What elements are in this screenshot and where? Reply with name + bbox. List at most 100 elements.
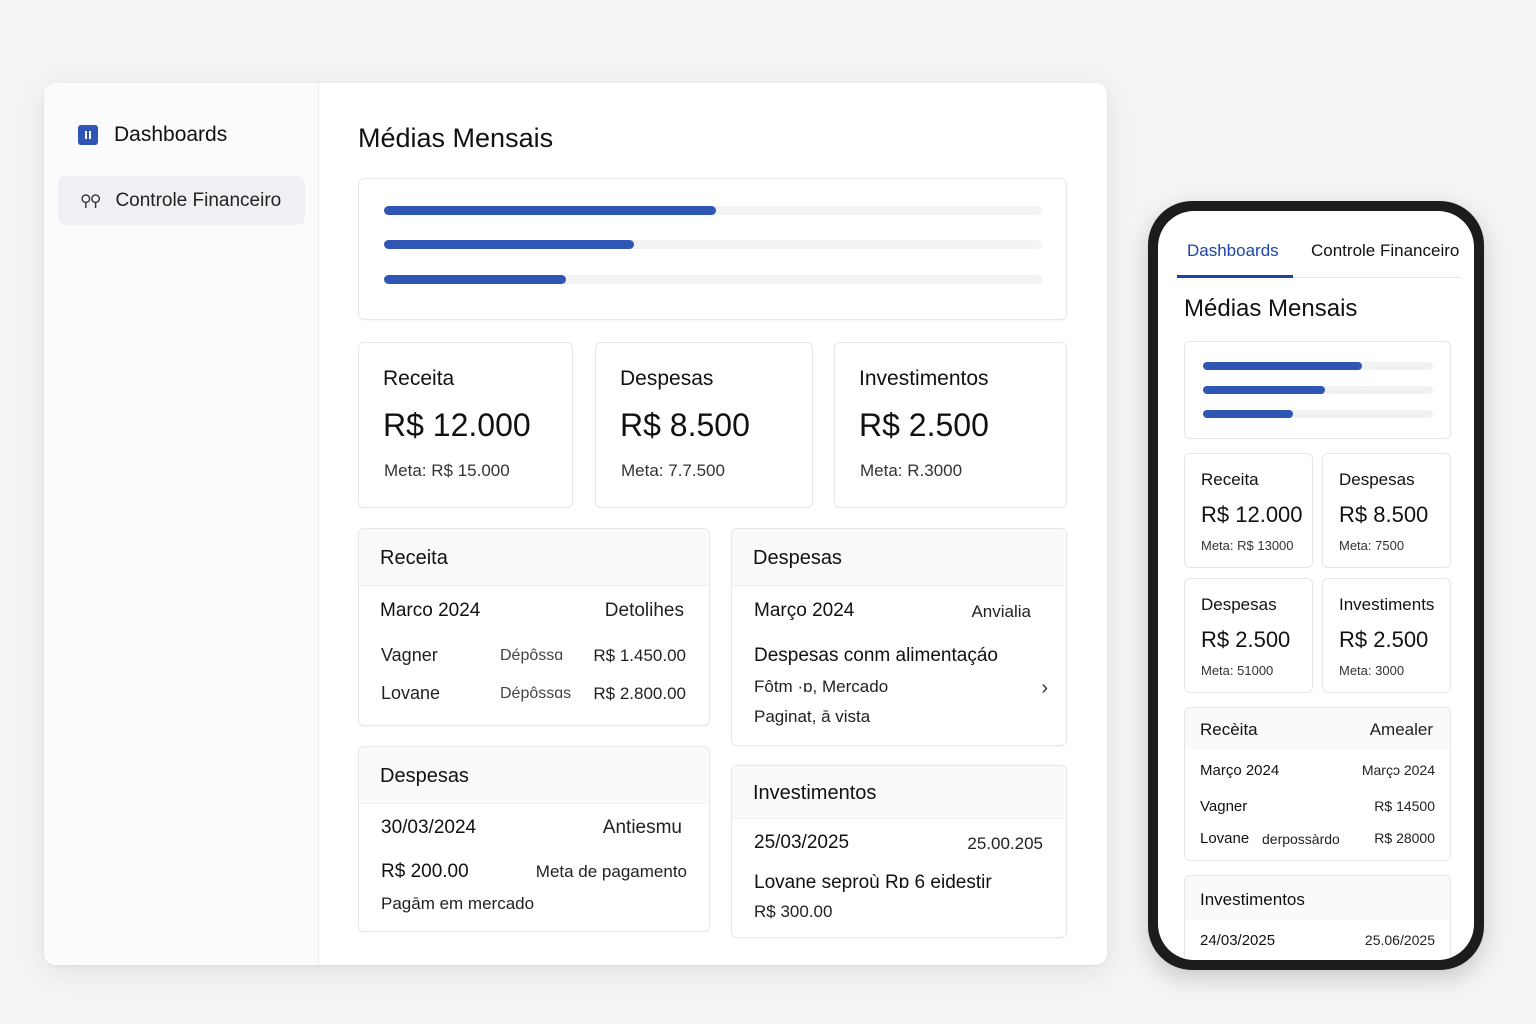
section-link[interactable]: Amealer	[1370, 720, 1433, 740]
progress-bar-1	[384, 206, 1042, 215]
despesas-date-section: Despesas 30/03/2024 Antiesmu R$ 200.00 M…	[358, 746, 710, 932]
mobile-progress-bar-1-fill	[1203, 362, 1362, 370]
stat-label: Despesas	[1339, 470, 1415, 489]
mobile-stat-receita[interactable]: Receita R$ 12.000 Meta: R$ 13000	[1184, 453, 1313, 568]
expense-link[interactable]: Antiesmu	[603, 817, 682, 839]
desktop-window: Dashboards ⚲⚲ Controle Financeiro Médias…	[44, 83, 1107, 965]
sidebar-dashboards[interactable]: Dashboards	[78, 123, 227, 147]
stat-label: Investiments	[1339, 595, 1435, 614]
row-type: Dépôssɑ	[500, 647, 564, 664]
evaluate-link[interactable]: Anvialia	[971, 602, 1031, 622]
mobile-stat-investimentos[interactable]: Investiments R$ 2.500 Meta: 3000	[1322, 578, 1451, 693]
stat-value: R$ 2.500	[1339, 627, 1429, 652]
row-name: Lovane	[1200, 830, 1250, 847]
investment-date: 24/03/2025	[1200, 932, 1276, 949]
expense-status: Meta de pagamento	[535, 862, 687, 881]
sidebar: Dashboards ⚲⚲ Controle Financeiro	[44, 83, 319, 965]
row-amount: R$ 2.800.00	[593, 684, 686, 703]
mobile-stat-despesas[interactable]: Despesas R$ 8.500 Meta: 7500	[1322, 453, 1451, 568]
mobile-progress-bar-3	[1203, 410, 1433, 418]
period-label: Marco 2024	[380, 600, 481, 621]
section-header: Despesas	[732, 529, 1066, 586]
stat-value: R$ 2.500	[859, 407, 989, 443]
stat-value: R$ 8.500	[1339, 502, 1429, 527]
chevron-right-icon[interactable]: ›	[1041, 677, 1048, 700]
tab-dashboards[interactable]: Dashboards	[1187, 241, 1279, 261]
dashboard-icon	[78, 125, 98, 145]
mobile-progress-bar-1	[1203, 362, 1433, 370]
stat-value: R$ 12.000	[1201, 502, 1303, 527]
mobile-tabs: Dashboards Controle Financeiro	[1177, 241, 1460, 278]
row-type: Dépôssɑs	[500, 685, 572, 702]
stat-value: R$ 12.000	[383, 407, 531, 443]
section-header: Investimentos	[732, 766, 1066, 819]
expense-note: Pagām em mercado	[381, 894, 535, 913]
phone-screen: Dashboards Controle Financeiro Médias Me…	[1158, 211, 1474, 960]
stat-value: R$ 8.500	[620, 407, 750, 443]
despesas-month-section: Despesas Março 2024 Anvialia Despesas co…	[731, 528, 1067, 746]
phone-frame: Dashboards Controle Financeiro Médias Me…	[1148, 201, 1484, 970]
row-amount: R$ 28000	[1374, 830, 1435, 846]
mobile-progress-bar-2	[1203, 386, 1433, 394]
mobile-page-title: Médias Mensais	[1184, 295, 1358, 322]
period-label: Março 2024	[1200, 762, 1280, 779]
stat-card-investimentos[interactable]: Investimentos R$ 2.500 Meta: R.3000	[834, 342, 1067, 508]
mobile-receita-section: Recèita Amealer Março 2024 Marçɔ 2024 Va…	[1184, 707, 1451, 861]
stat-card-despesas[interactable]: Despesas R$ 8.500 Meta: 7.7.500	[595, 342, 813, 508]
section-title: Despesas	[380, 765, 469, 787]
stat-label: Despesas	[620, 367, 714, 390]
progress-bar-2	[384, 240, 1042, 249]
investimentos-section: Investimentos 25/03/2025 25.00.205 Lovan…	[731, 765, 1067, 938]
sidebar-item-controle-financeiro[interactable]: ⚲⚲ Controle Financeiro	[58, 176, 305, 225]
section-header: Receita	[359, 529, 709, 586]
row-amount: R$ 1.450.00	[593, 646, 686, 665]
sidebar-item-label: Controle Financeiro	[115, 189, 282, 211]
stat-label: Receita	[383, 367, 455, 390]
mobile-progress-bar-3-fill	[1203, 410, 1293, 418]
row-name: Lovane	[381, 683, 441, 703]
expense-item-title[interactable]: Despesas conm alimentaçáo	[754, 645, 998, 667]
section-header: Despesas	[359, 747, 709, 804]
page-title: Médias Mensais	[358, 123, 554, 153]
section-title: Investimentos	[1200, 890, 1305, 909]
stat-meta: Meta: R.3000	[860, 461, 963, 480]
stat-value: R$ 2.500	[1201, 627, 1291, 652]
stat-label: Despesas	[1201, 595, 1277, 614]
section-header: Investimentos	[1185, 876, 1450, 920]
period-label-2: Marçɔ 2024	[1361, 762, 1435, 778]
active-tab-indicator	[1177, 275, 1293, 278]
receita-section: Receita Marco 2024 Detolihes Vagner Dépô…	[358, 528, 710, 726]
stat-meta: Meta: 3000	[1339, 663, 1405, 678]
stat-meta: Meta: R$ 15.000	[384, 461, 510, 480]
main-content: Médias Mensais Receita R$ 12.000 Meta: R…	[358, 83, 1107, 965]
expense-item-line2: Paginat, ā vista	[754, 707, 871, 726]
mobile-stat-despesas-2[interactable]: Despesas R$ 2.500 Meta: 51000	[1184, 578, 1313, 693]
row-name: Vagner	[381, 645, 438, 665]
tab-controle-financeiro[interactable]: Controle Financeiro	[1311, 241, 1459, 261]
expense-amount: R$ 200.00	[381, 861, 469, 882]
investment-description: Lovane seproù Rɒ 6 eidestir	[754, 872, 992, 893]
period-label: Março 2024	[754, 600, 855, 621]
section-title: Investimentos	[753, 782, 877, 804]
details-link[interactable]: Detolihes	[605, 600, 684, 622]
investment-amount: R$ 300.00	[754, 902, 833, 921]
mobile-averages-bars	[1184, 341, 1451, 439]
stat-meta: Meta: 7.7.500	[621, 461, 725, 480]
stat-label: Receita	[1201, 470, 1259, 489]
investment-date-2: 25.00.205	[967, 834, 1043, 853]
progress-bar-3-fill	[384, 275, 567, 284]
investment-date: 25/03/2025	[754, 832, 850, 853]
mobile-investimentos-section: Investimentos 24/03/2025 25.06/2025	[1184, 875, 1451, 960]
progress-bar-3	[384, 275, 1042, 284]
section-title: Receita	[380, 547, 448, 569]
mobile-progress-bar-2-fill	[1203, 386, 1325, 394]
progress-bar-1-fill	[384, 206, 717, 215]
expense-date: 30/03/2024	[381, 817, 477, 838]
stat-card-receita[interactable]: Receita R$ 12.000 Meta: R$ 15.000	[358, 342, 573, 508]
sidebar-title: Dashboards	[114, 123, 228, 146]
row-amount: R$ 14500	[1374, 798, 1435, 814]
stat-meta: Meta: 7500	[1339, 538, 1405, 553]
investment-date-2: 25.06/2025	[1364, 932, 1435, 948]
stat-meta: Meta: R$ 13000	[1201, 538, 1294, 553]
row-name: Vagner	[1200, 798, 1248, 815]
